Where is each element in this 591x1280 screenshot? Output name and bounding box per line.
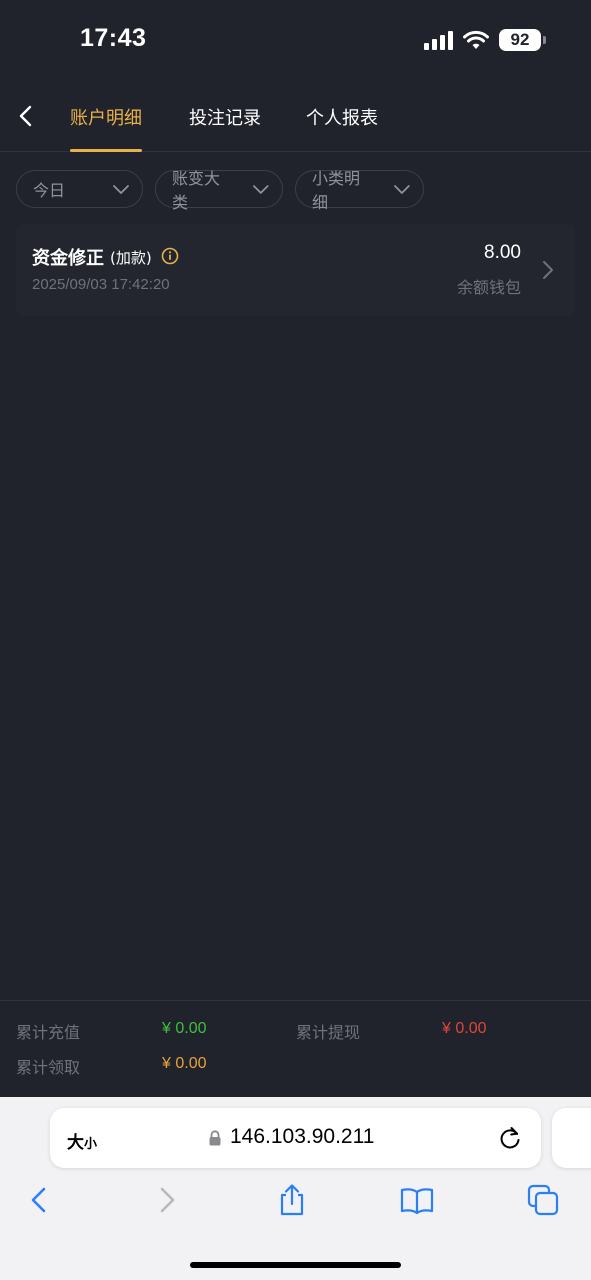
record-title: 资金修正	[32, 248, 104, 269]
url-text: 146.103.90.211	[230, 1125, 375, 1148]
address-bar[interactable]: 大小 146.103.90.211	[50, 1108, 541, 1168]
record-amount: 8.00	[484, 242, 521, 263]
tabs-icon[interactable]	[526, 1183, 560, 1217]
chevron-right-icon	[543, 261, 553, 279]
battery-icon: 92	[499, 29, 546, 51]
tab-bet-records[interactable]: 投注记录	[189, 104, 261, 152]
top-nav: 账户明细 投注记录 个人报表	[0, 80, 591, 152]
info-icon[interactable]	[161, 247, 179, 265]
reload-icon[interactable]	[497, 1125, 523, 1151]
chevron-down-icon	[394, 185, 410, 194]
withdraw-total-label: 累计提现	[296, 1023, 361, 1042]
cellular-signal-icon	[424, 30, 453, 50]
record-subtitle: (加款)	[110, 249, 152, 267]
tab-personal-report[interactable]: 个人报表	[306, 104, 378, 152]
filter-subcategory-dropdown[interactable]: 小类明细	[295, 169, 424, 212]
filter-bar: 今日 账变大类 小类明细	[16, 169, 424, 212]
filter-date-label: 今日	[33, 181, 66, 200]
lock-icon	[209, 1130, 221, 1146]
next-tab-address-bar[interactable]	[552, 1108, 591, 1168]
chevron-down-icon	[113, 185, 129, 194]
home-indicator	[190, 1262, 401, 1268]
text-size-large: 大	[67, 1133, 84, 1153]
transaction-record-card[interactable]: 资金修正 (加款) 2025/09/03 17:42:20 8.00 余额钱包	[16, 224, 575, 316]
record-wallet: 余额钱包	[456, 278, 521, 297]
withdraw-total-value: ¥ 0.00	[442, 1020, 487, 1037]
claim-total-value: ¥ 0.00	[162, 1055, 207, 1072]
status-time: 17:43	[80, 24, 147, 52]
chevron-down-icon	[253, 185, 269, 194]
text-size-small: 小	[84, 1137, 98, 1152]
filter-category-dropdown[interactable]: 账变大类	[155, 169, 283, 212]
status-bar: 17:43 92	[0, 0, 591, 80]
recharge-total-value: ¥ 0.00	[162, 1020, 207, 1037]
text-size-button[interactable]: 大小	[67, 1128, 97, 1153]
browser-forward-icon[interactable]	[150, 1183, 184, 1217]
filter-subcategory-label: 小类明细	[312, 169, 361, 212]
status-icons: 92	[424, 28, 546, 52]
browser-back-icon[interactable]	[22, 1183, 56, 1217]
filter-date-dropdown[interactable]: 今日	[16, 170, 143, 208]
wifi-icon	[463, 30, 489, 49]
bookmarks-icon[interactable]	[400, 1183, 434, 1217]
claim-total-label: 累计领取	[16, 1058, 81, 1077]
record-time: 2025/09/03 17:42:20	[32, 276, 170, 293]
back-chevron-icon[interactable]	[14, 104, 38, 128]
summary-panel: 累计充值 ¥ 0.00 累计提现 ¥ 0.00 累计领取 ¥ 0.00	[0, 1000, 591, 1097]
share-icon[interactable]	[275, 1183, 309, 1217]
browser-toolbar: 大小 146.103.90.211	[0, 1097, 591, 1280]
filter-category-label: 账变大类	[172, 169, 221, 212]
tab-account-details[interactable]: 账户明细	[70, 104, 142, 152]
recharge-total-label: 累计充值	[16, 1023, 81, 1042]
